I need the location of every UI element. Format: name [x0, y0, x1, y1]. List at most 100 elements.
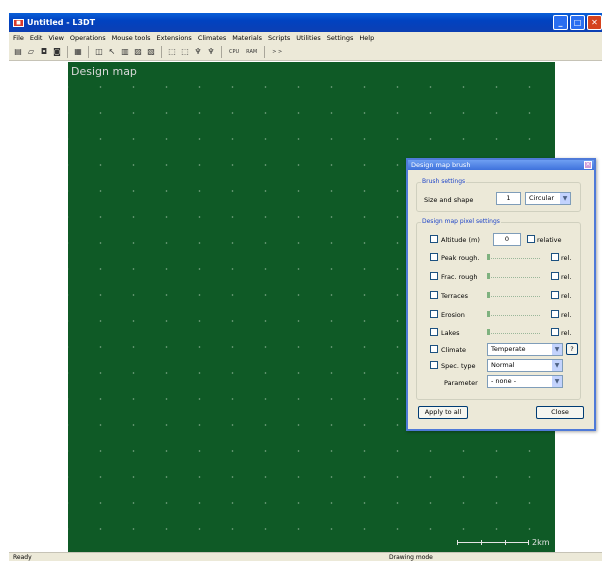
crop-icon[interactable]: ⬚: [180, 47, 190, 57]
status-text: Ready: [13, 554, 32, 561]
save-icon[interactable]: ◘: [39, 47, 49, 57]
spec-type-select[interactable]: Normal ▼: [487, 359, 563, 372]
peak-rough-rel-checkbox[interactable]: [551, 253, 559, 261]
spec-type-checkbox[interactable]: [430, 361, 438, 369]
climate-label: Climate: [441, 346, 467, 354]
erosion-slider[interactable]: [487, 310, 540, 318]
open-folder-icon[interactable]: ▱: [26, 47, 36, 57]
climate-checkbox[interactable]: [430, 345, 438, 353]
new-file-icon[interactable]: ▤: [13, 47, 23, 57]
menu-operations[interactable]: Operations: [70, 34, 106, 42]
altitude-input[interactable]: 0: [493, 233, 521, 246]
toolbar-separator: [161, 46, 162, 58]
menu-mouse-tools[interactable]: Mouse tools: [112, 34, 151, 42]
menu-bar: File Edit View Operations Mouse tools Ex…: [9, 32, 602, 44]
menu-view[interactable]: View: [48, 34, 63, 42]
parameter-select[interactable]: - none - ▼: [487, 375, 563, 388]
altitude-checkbox[interactable]: [430, 235, 438, 243]
selection-icon[interactable]: ⬚: [167, 47, 177, 57]
close-icon[interactable]: ✕: [587, 15, 602, 30]
menu-settings[interactable]: Settings: [327, 34, 354, 42]
spec-type-value: Normal: [491, 361, 515, 369]
dialog-title: Design map brush: [411, 161, 471, 169]
lakes-checkbox[interactable]: [430, 328, 438, 336]
rel-label: rel.: [561, 254, 572, 262]
app-icon: ■: [13, 18, 24, 27]
toolbar-overflow-button[interactable]: > >: [270, 49, 284, 55]
chevron-down-icon[interactable]: ▼: [560, 193, 570, 204]
group-label: Brush settings: [421, 178, 467, 185]
relative-label: relative: [537, 236, 562, 244]
grid-icon[interactable]: ▦: [73, 47, 83, 57]
window-controls: _ □ ✕: [553, 15, 602, 30]
map-view-icon[interactable]: ▥: [120, 47, 130, 57]
spec-type-label: Spec. type: [441, 362, 476, 370]
erosion-rel-checkbox[interactable]: [551, 310, 559, 318]
erosion-label: Erosion: [441, 311, 465, 319]
chevron-down-icon[interactable]: ▼: [552, 376, 562, 387]
dialog-title-bar: Design map brush ✕: [408, 160, 594, 170]
lakes-label: Lakes: [441, 329, 460, 337]
menu-materials[interactable]: Materials: [232, 34, 262, 42]
menu-edit[interactable]: Edit: [30, 34, 43, 42]
frac-rough-rel-checkbox[interactable]: [551, 272, 559, 280]
toolbar-separator: [221, 46, 222, 58]
toolbar: ▤ ▱ ◘ ◙ ▦ ◫ ↖ ▥ ▨ ▧ ⬚ ⬚ ♆ ♆ CPU RAM > >: [9, 44, 602, 61]
status-bar: Ready Drawing mode: [9, 552, 602, 561]
relative-checkbox[interactable]: [527, 235, 535, 243]
design-map-brush-dialog: Design map brush ✕ Brush settings Size a…: [406, 158, 596, 431]
peak-rough-label: Peak rough.: [441, 254, 480, 262]
cpu-indicator: CPU: [229, 49, 240, 55]
toolbar-separator: [264, 46, 266, 58]
rel-label: rel.: [561, 273, 572, 281]
terraces-rel-checkbox[interactable]: [551, 291, 559, 299]
chevron-down-icon[interactable]: ▼: [552, 360, 562, 371]
parameter-label: Parameter: [444, 379, 478, 387]
terraces-label: Terraces: [441, 292, 469, 300]
frac-rough-slider[interactable]: [487, 272, 540, 280]
ram-indicator: RAM: [246, 49, 258, 55]
erosion-checkbox[interactable]: [430, 310, 438, 318]
brush-shape-select[interactable]: Circular ▼: [525, 192, 571, 205]
maximize-icon[interactable]: □: [570, 15, 585, 30]
fill-icon[interactable]: ♆: [206, 47, 216, 57]
toolbar-separator: [67, 46, 68, 58]
menu-utilities[interactable]: Utilities: [296, 34, 320, 42]
terraces-slider[interactable]: [487, 291, 540, 299]
zoom-icon[interactable]: ◫: [94, 47, 104, 57]
brush-icon[interactable]: ♆: [193, 47, 203, 57]
menu-climates[interactable]: Climates: [198, 34, 226, 42]
title-bar: ■ Untitled - L3DT _ □ ✕: [9, 13, 602, 32]
heightmap-icon[interactable]: ▨: [133, 47, 143, 57]
rel-label: rel.: [561, 329, 572, 337]
brush-size-input[interactable]: 1: [496, 192, 521, 205]
rel-label: rel.: [561, 292, 572, 300]
map-title: Design map: [71, 65, 137, 78]
close-button[interactable]: Close: [536, 406, 584, 419]
menu-extensions[interactable]: Extensions: [157, 34, 192, 42]
size-shape-label: Size and shape: [424, 196, 474, 204]
parameter-value: - none -: [491, 377, 517, 385]
lakes-rel-checkbox[interactable]: [551, 328, 559, 336]
menu-scripts[interactable]: Scripts: [268, 34, 290, 42]
frac-rough-checkbox[interactable]: [430, 272, 438, 280]
minimize-icon[interactable]: _: [553, 15, 568, 30]
menu-help[interactable]: Help: [359, 34, 374, 42]
peak-rough-slider[interactable]: [487, 253, 540, 261]
menu-file[interactable]: File: [13, 34, 24, 42]
climate-help-button[interactable]: ?: [566, 343, 578, 355]
terraces-checkbox[interactable]: [430, 291, 438, 299]
close-icon[interactable]: ✕: [584, 161, 592, 169]
scale-bar: 2km: [457, 538, 550, 547]
apply-to-all-button[interactable]: Apply to all: [418, 406, 468, 419]
altitude-label: Altitude (m): [441, 236, 480, 244]
pointer-icon[interactable]: ↖: [107, 47, 117, 57]
climate-select[interactable]: Temperate ▼: [487, 343, 563, 356]
chevron-down-icon[interactable]: ▼: [552, 344, 562, 355]
status-mode: Drawing mode: [389, 554, 433, 561]
export-icon[interactable]: ◙: [52, 47, 62, 57]
peak-rough-checkbox[interactable]: [430, 253, 438, 261]
layers-icon[interactable]: ▧: [146, 47, 156, 57]
window-title: Untitled - L3DT: [27, 18, 96, 27]
lakes-slider[interactable]: [487, 328, 540, 336]
